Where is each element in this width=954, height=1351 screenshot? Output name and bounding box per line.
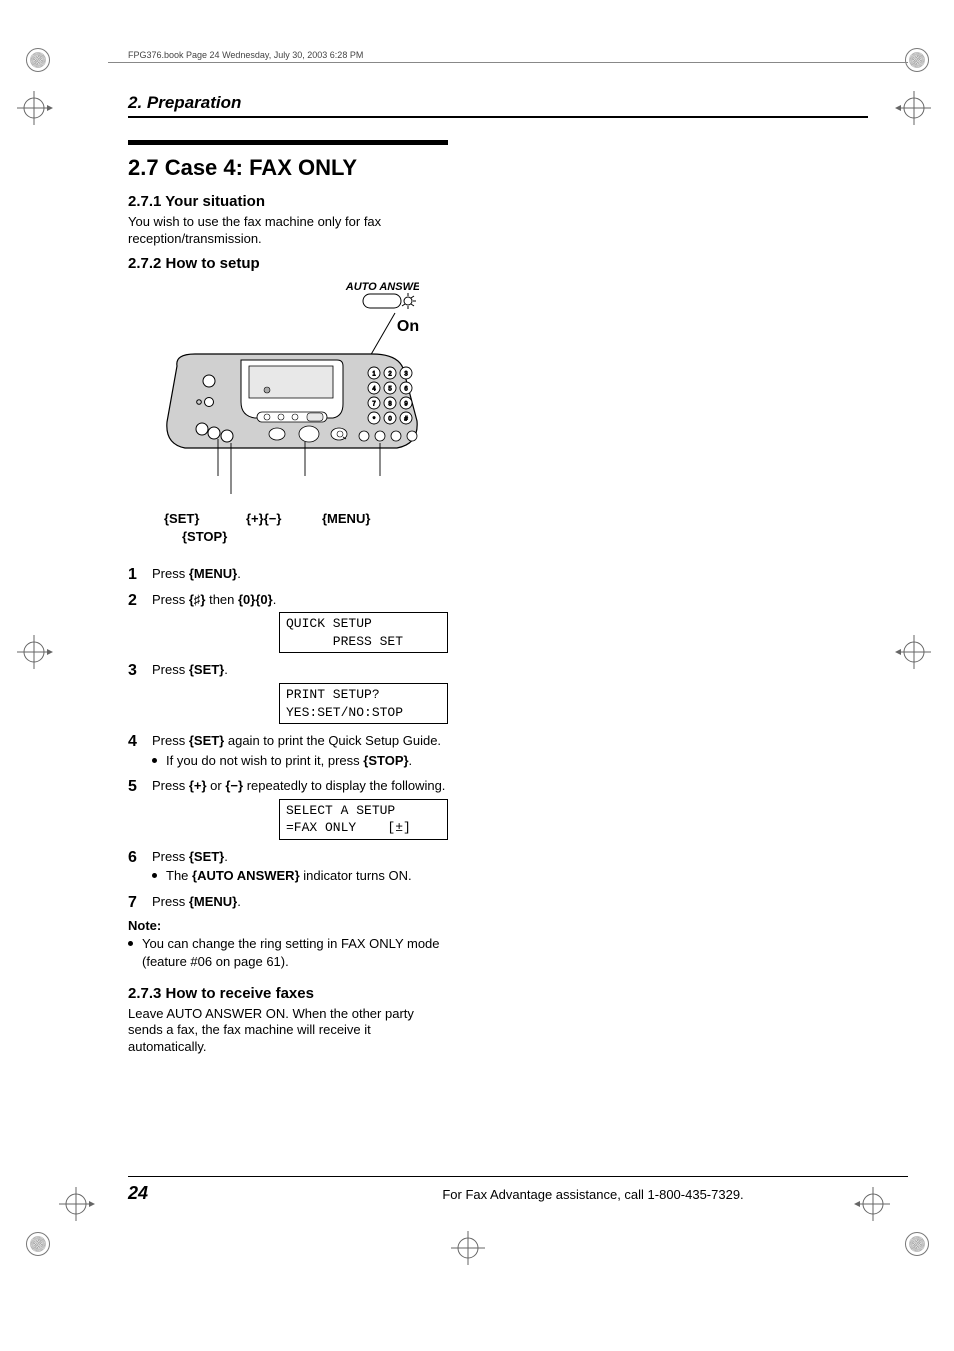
section-title: 2.7 Case 4: FAX ONLY (128, 155, 448, 181)
section-rule (128, 140, 448, 145)
step-3: Press {SET}. PRINT SETUP? YES:SET/NO:STO… (128, 661, 448, 724)
running-header: FPG376.book Page 24 Wednesday, July 30, … (108, 50, 908, 63)
chapter-heading: 2. Preparation (128, 93, 868, 118)
registration-mark-icon (60, 1188, 92, 1220)
step-6-sub: The {AUTO ANSWER} indicator turns ON. (152, 867, 448, 885)
setup-steps: Press {MENU}. Press {♯} then {0}{0}. QUI… (128, 565, 448, 910)
step-5: Press {+} or {−} repeatedly to display t… (128, 777, 448, 840)
registration-mark-icon (452, 1232, 484, 1264)
page-footer: 24 For Fax Advantage assistance, call 1-… (128, 1176, 908, 1204)
registration-mark-icon (18, 636, 50, 668)
plusminus-label: {+}{−} (246, 511, 281, 526)
registration-mark-icon (898, 636, 930, 668)
lcd-display-2: PRINT SETUP? YES:SET/NO:STOP (279, 683, 448, 724)
crop-mark-icon (905, 1232, 929, 1256)
lcd-display-3: SELECT A SETUP =FAX ONLY [±] (279, 799, 448, 840)
menu-label: {MENU} (322, 511, 370, 526)
subsection-setup: 2.7.2 How to setup (128, 255, 448, 272)
registration-mark-icon (898, 92, 930, 124)
stop-label: {STOP} (182, 529, 227, 544)
auto-answer-label: AUTO ANSWER (345, 281, 419, 293)
step-1: Press {MENU}. (128, 565, 448, 583)
crop-mark-icon (905, 48, 929, 72)
receive-text: Leave AUTO ANSWER ON. When the other par… (128, 1006, 448, 1056)
situation-text: You wish to use the fax machine only for… (128, 214, 448, 247)
registration-mark-icon (18, 92, 50, 124)
note-heading: Note: (128, 918, 448, 933)
page-number: 24 (128, 1183, 278, 1204)
subsection-receive: 2.7.3 How to receive faxes (128, 985, 448, 1002)
step-6: Press {SET}. The {AUTO ANSWER} indicator… (128, 848, 448, 885)
step-4: Press {SET} again to print the Quick Set… (128, 732, 448, 769)
lcd-display-1: QUICK SETUP PRESS SET (279, 612, 448, 653)
step-7: Press {MENU}. (128, 893, 448, 911)
step-2: Press {♯} then {0}{0}. QUICK SETUP PRESS… (128, 591, 448, 654)
step-4-sub: If you do not wish to print it, press {S… (152, 752, 448, 770)
set-label: {SET} (164, 511, 199, 526)
crop-mark-icon (26, 1232, 50, 1256)
note-bullet: You can change the ring setting in FAX O… (128, 935, 448, 970)
subsection-situation: 2.7.1 Your situation (128, 193, 448, 210)
footer-text: For Fax Advantage assistance, call 1-800… (278, 1187, 908, 1202)
on-label: On (397, 318, 419, 335)
fax-machine-illustration: AUTO ANSWER On (128, 276, 448, 551)
crop-mark-icon (26, 48, 50, 72)
